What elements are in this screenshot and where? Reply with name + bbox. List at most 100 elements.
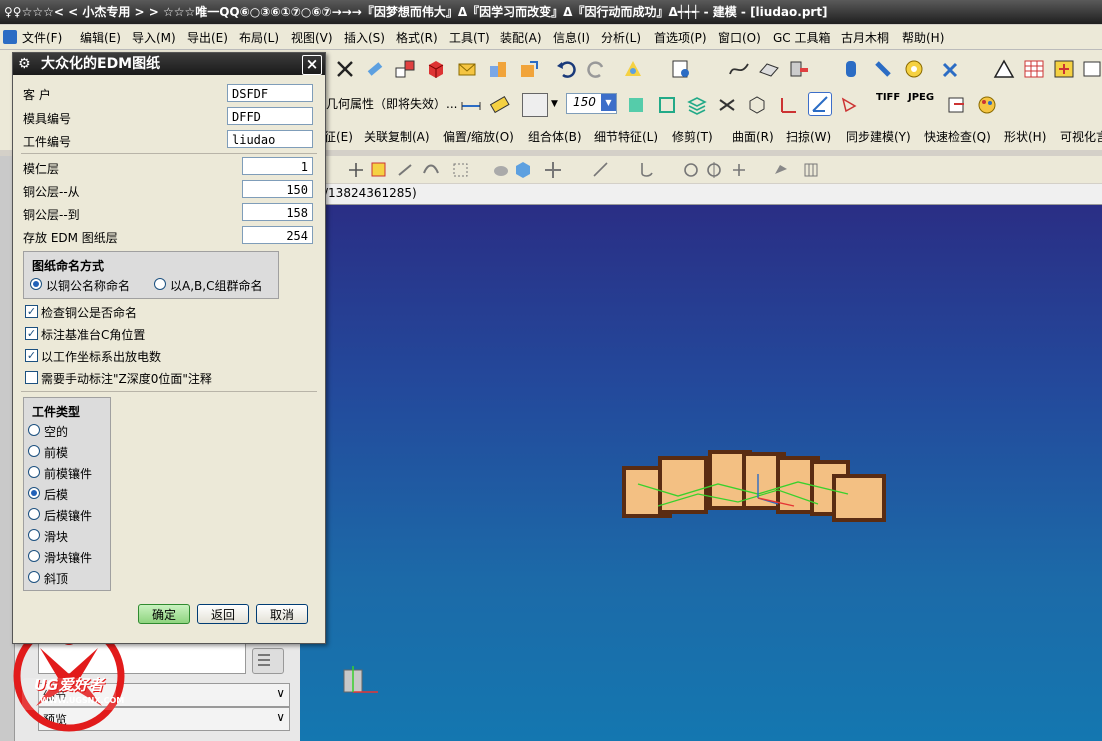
menu-edit[interactable]: 编辑(E) [80,29,121,46]
feature-menu-surface[interactable]: 曲面(R) [732,128,774,145]
jpeg-label[interactable]: JPEG [908,92,934,103]
snap-line-icon[interactable] [590,159,612,181]
snap-point-icon[interactable] [345,159,367,181]
snap-quadrant-icon[interactable] [703,159,725,181]
move-icon[interactable] [542,159,564,181]
workpiece-core-radio[interactable] [28,487,40,499]
database-icon[interactable] [840,58,862,80]
ruler-icon[interactable] [489,94,511,116]
spring-icon[interactable] [872,58,894,80]
wcs-icon[interactable] [778,94,800,116]
details-chevron-icon[interactable]: ∨ [276,686,285,700]
electrode-layer-from-field[interactable]: 150 [242,180,313,198]
menu-assembly[interactable]: 装配(A) [500,29,542,46]
menu-gc-toolbox[interactable]: GC 工具箱 [773,29,831,46]
feature-menu-sync-modeling[interactable]: 同步建模(Y) [846,128,911,145]
wireframe-view-icon[interactable] [656,94,678,116]
table-icon[interactable] [1023,58,1045,80]
workpiece-slider-insert-radio[interactable] [28,550,40,562]
workpiece-cavity-insert-radio[interactable] [28,466,40,478]
menu-file[interactable]: 文件(F) [22,29,62,46]
triangle-icon[interactable] [993,58,1015,80]
preview-chevron-icon[interactable]: ∨ [276,710,285,724]
workpiece-lifter-radio[interactable] [28,571,40,583]
geometry-property-label[interactable]: 几何属性（即将失效）... [326,95,457,112]
menu-analysis[interactable]: 分析(L) [601,29,641,46]
body-filter-icon[interactable] [512,159,534,181]
chevron-down-icon[interactable]: ▼ [551,99,558,109]
wcs-orient-icon[interactable] [808,92,832,116]
grid-snap-icon[interactable] [800,159,822,181]
satellite-icon[interactable] [940,58,962,80]
menu-guyue[interactable]: 古月木桐 [841,29,889,46]
dialog-title-bar[interactable]: ⚙ 大众化的EDM图纸 × [13,53,325,75]
menu-tools[interactable]: 工具(T) [449,29,490,46]
solid-cube-icon[interactable] [425,58,447,80]
feature-menu-sweep[interactable]: 扫掠(W) [786,128,831,145]
rect-select-icon[interactable] [450,159,472,181]
undo-icon[interactable] [555,58,577,80]
measure-icon[interactable] [460,94,482,116]
naming-by-group-radio[interactable] [154,278,166,290]
point-set-icon[interactable] [838,94,860,116]
menu-preferences[interactable]: 首选项(P) [654,29,707,46]
feature-menu-associative-copy[interactable]: 关联复制(A) [364,128,430,145]
cube-wire-icon[interactable] [746,94,768,116]
workpiece-slider-radio[interactable] [28,529,40,541]
back-button[interactable]: 返回 [197,604,249,624]
core-layer-field[interactable]: 1 [242,157,313,175]
feature-menu-trim[interactable]: 修剪(T) [672,128,713,145]
box-arrow-icon[interactable] [518,58,540,80]
dialog-close-button[interactable]: × [302,55,322,75]
feature-menu-shape[interactable]: 形状(H) [1004,128,1046,145]
palette-icon[interactable] [976,94,998,116]
ok-button[interactable]: 确定 [138,604,190,624]
edit-object-icon[interactable] [364,58,386,80]
scale-select[interactable]: 150 ▼ [566,93,617,114]
curve-icon[interactable] [728,58,750,80]
menu-format[interactable]: 格式(R) [396,29,438,46]
check-electrode-named-checkbox[interactable]: ✓ [25,305,38,318]
feature-menu-quick-check[interactable]: 快速检查(Q) [924,128,991,145]
snap-midpoint-icon[interactable] [395,159,417,181]
info-icon[interactable] [670,58,692,80]
datum-icon[interactable] [788,58,810,80]
menu-layout[interactable]: 布局(L) [239,29,279,46]
snap-arc-icon[interactable] [420,159,442,181]
workpiece-cavity-radio[interactable] [28,445,40,457]
feature-menu-detail[interactable]: 细节特征(L) [594,128,658,145]
mark-datum-corner-checkbox[interactable]: ✓ [25,327,38,340]
layers-icon[interactable] [686,94,708,116]
blocks-icon[interactable] [487,58,509,80]
feature-menu-visual[interactable]: 可视化言 [1060,128,1102,145]
close-icon[interactable] [334,58,356,80]
color-swatch-button[interactable] [522,93,548,117]
wcs-output-checkbox[interactable]: ✓ [25,349,38,362]
menu-info[interactable]: 信息(I) [553,29,590,46]
workpiece-number-field[interactable]: liudao [227,130,313,148]
tape-icon[interactable] [903,58,925,80]
edm-drawing-layer-field[interactable]: 254 [242,226,313,244]
transform-icon[interactable] [394,58,416,80]
menu-view[interactable]: 视图(V) [291,29,333,46]
cancel-button[interactable]: 取消 [256,604,308,624]
workpiece-core-insert-radio[interactable] [28,508,40,520]
menu-import[interactable]: 导入(M) [132,29,176,46]
surface-icon[interactable] [758,58,780,80]
menu-export[interactable]: 导出(E) [187,29,228,46]
snap-center-icon[interactable] [680,159,702,181]
menu-insert[interactable]: 插入(S) [344,29,385,46]
export-image-icon[interactable] [946,94,968,116]
snap-tangent-icon[interactable] [636,159,658,181]
customer-field[interactable]: DSFDF [227,84,313,102]
part-model[interactable] [618,444,898,524]
menu-window[interactable]: 窗口(O) [718,29,761,46]
scale-dropdown-icon[interactable]: ▼ [601,94,616,111]
tree-list-icon[interactable] [252,648,284,674]
tiff-label[interactable]: TIFF [876,92,900,103]
shaded-view-icon[interactable] [625,94,647,116]
snap-endpoint-icon[interactable] [368,159,390,181]
manual-z-depth-checkbox[interactable] [25,371,38,384]
solid-filter-icon[interactable] [490,159,512,181]
electrode-layer-to-field[interactable]: 158 [242,203,313,221]
